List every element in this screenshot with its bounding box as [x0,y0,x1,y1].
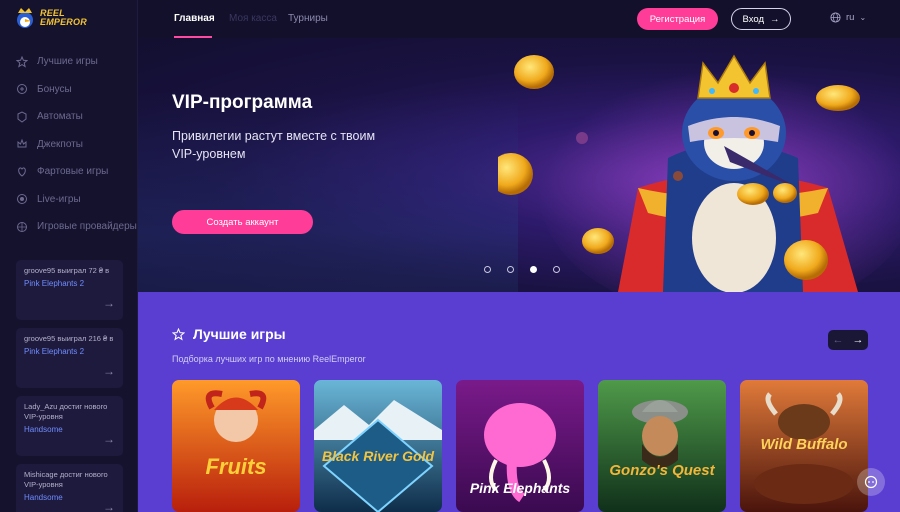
game-tile[interactable]: Gonzo's Quest [598,380,726,512]
sidebar-item-label: Лучшие игры [37,56,98,68]
carousel-dot-active[interactable] [530,266,537,273]
feed-card[interactable]: Lady_Azu достиг нового VIP-уровня Handso… [16,396,123,456]
login-label: Вход [742,13,765,25]
star-icon [172,327,185,341]
game-thumbnail [314,380,442,512]
wins-feed: groove95 выиграл 72 ₴ в Pink Elephants 2… [16,260,123,512]
next-button[interactable]: → [848,330,868,350]
game-title: Gonzo's Quest [609,462,715,479]
game-tile[interactable]: Fruits [172,380,300,512]
support-chat-button[interactable] [857,468,885,496]
logo-line2: EMPEROR [40,17,87,27]
feed-card-game[interactable]: Handsome [24,493,86,503]
game-tile[interactable]: Wild Buffalo [740,380,868,512]
feed-card-text: Lady_Azu достиг нового VIP-уровня [24,402,108,421]
feed-card-game[interactable]: Handsome [24,425,86,435]
sidebar-item-jackpots[interactable]: Джекпоты [0,131,138,159]
carousel-dot[interactable] [484,266,491,273]
feed-card-text: Mishicage достиг нового VIP-уровня [24,470,108,489]
feed-card[interactable]: groove95 выиграл 216 ₴ в Pink Elephants … [16,328,123,388]
chevron-down-icon: ⌄ [859,13,867,22]
sidebar-item-label: Фартовые игры [37,166,109,178]
live-icon [16,193,28,205]
arrow-right-icon: → [770,13,780,25]
feed-card-text: groove95 выиграл 72 ₴ в [24,266,110,275]
game-title: Pink Elephants [469,480,571,496]
language-label: ru [846,12,855,23]
login-button[interactable]: Вход → [731,8,791,30]
sidebar-item-best-games[interactable]: Лучшие игры [0,48,138,76]
carousel-dot[interactable] [507,266,514,273]
game-thumbnail [172,380,300,512]
jackpot-icon [16,138,28,150]
section-subtitle: Подборка лучших игр по мнению ReelEmpero… [172,354,366,364]
logo[interactable]: REEL EMPEROR [14,6,87,30]
chat-icon [864,475,878,489]
providers-icon [16,221,28,233]
section-title: Лучшие игры [193,326,286,342]
game-tile[interactable]: Pink Elephants [456,380,584,512]
game-title: Wild Buffalo [760,436,848,453]
create-account-button[interactable]: Создать аккаунт [172,210,313,234]
sidebar: REEL EMPEROR Лучшие игры Бонусы Автоматы… [0,0,138,512]
arrow-right-icon[interactable]: → [103,432,115,446]
language-selector[interactable]: ru ⌄ [830,12,866,23]
carousel-pager: ← → [828,330,868,350]
best-games-header: Лучшие игры [172,326,286,342]
arrow-right-icon[interactable]: → [103,296,115,310]
sidebar-item-label: Автоматы [37,111,83,123]
hero-title: VIP-программа [172,92,313,113]
sidebar-item-live-games[interactable]: Live-игры [0,186,138,214]
carousel-dot[interactable] [553,266,560,273]
luck-icon [16,166,28,178]
arrow-right-icon[interactable]: → [103,500,115,512]
game-title: Black River Gold [321,448,435,464]
feed-card[interactable]: Mishicage достиг нового VIP-уровня Hands… [16,464,123,512]
tab-tournaments[interactable]: Турниры [288,13,328,24]
sidebar-item-label: Бонусы [37,83,72,95]
game-title: Fruits [205,454,267,479]
register-button[interactable]: Регистрация [637,8,718,30]
tab-home[interactable]: Главная [174,13,215,24]
sidebar-item-label: Джекпоты [37,138,83,150]
sidebar-item-label: Игровые провайдеры [37,221,137,233]
sidebar-item-slots[interactable]: Автоматы [0,103,138,131]
slots-icon [16,111,28,123]
penguin-logo-icon [17,8,33,28]
arrow-right-icon[interactable]: → [103,364,115,378]
logo-text: REEL EMPEROR [40,9,87,27]
game-thumbnail [598,380,726,512]
hero-subtitle: Привилегии растут вместе с твоим VIP-уро… [172,129,376,161]
sidebar-nav: Лучшие игры Бонусы Автоматы Джекпоты Фар… [0,48,138,241]
star-icon [16,55,28,68]
hero-banner: VIP-программа Привилегии растут вместе с… [138,38,900,292]
feed-card-text: groove95 выиграл 216 ₴ в [24,334,114,343]
hero-background [138,92,518,292]
feed-card-game[interactable]: Pink Elephants 2 [24,279,86,289]
best-games-section: Лучшие игры Подборка лучших игр по мнени… [138,292,900,512]
game-tile[interactable]: Black River Gold [314,380,442,512]
sidebar-item-lucky-games[interactable]: Фартовые игры [0,158,138,186]
feed-card[interactable]: groove95 выиграл 72 ₴ в Pink Elephants 2… [16,260,123,320]
globe-icon [830,12,841,23]
bonus-icon [16,83,28,95]
carousel-dots [484,266,560,273]
penguin-emperor-illustration [498,54,900,292]
previous-button[interactable]: ← [828,330,848,350]
sidebar-item-label: Live-игры [37,193,81,205]
feed-card-game[interactable]: Pink Elephants 2 [24,347,86,357]
sidebar-item-providers[interactable]: Игровые провайдеры [0,213,138,241]
sidebar-item-bonuses[interactable]: Бонусы [0,76,138,104]
tab-cashier[interactable]: Моя касса [229,13,277,24]
